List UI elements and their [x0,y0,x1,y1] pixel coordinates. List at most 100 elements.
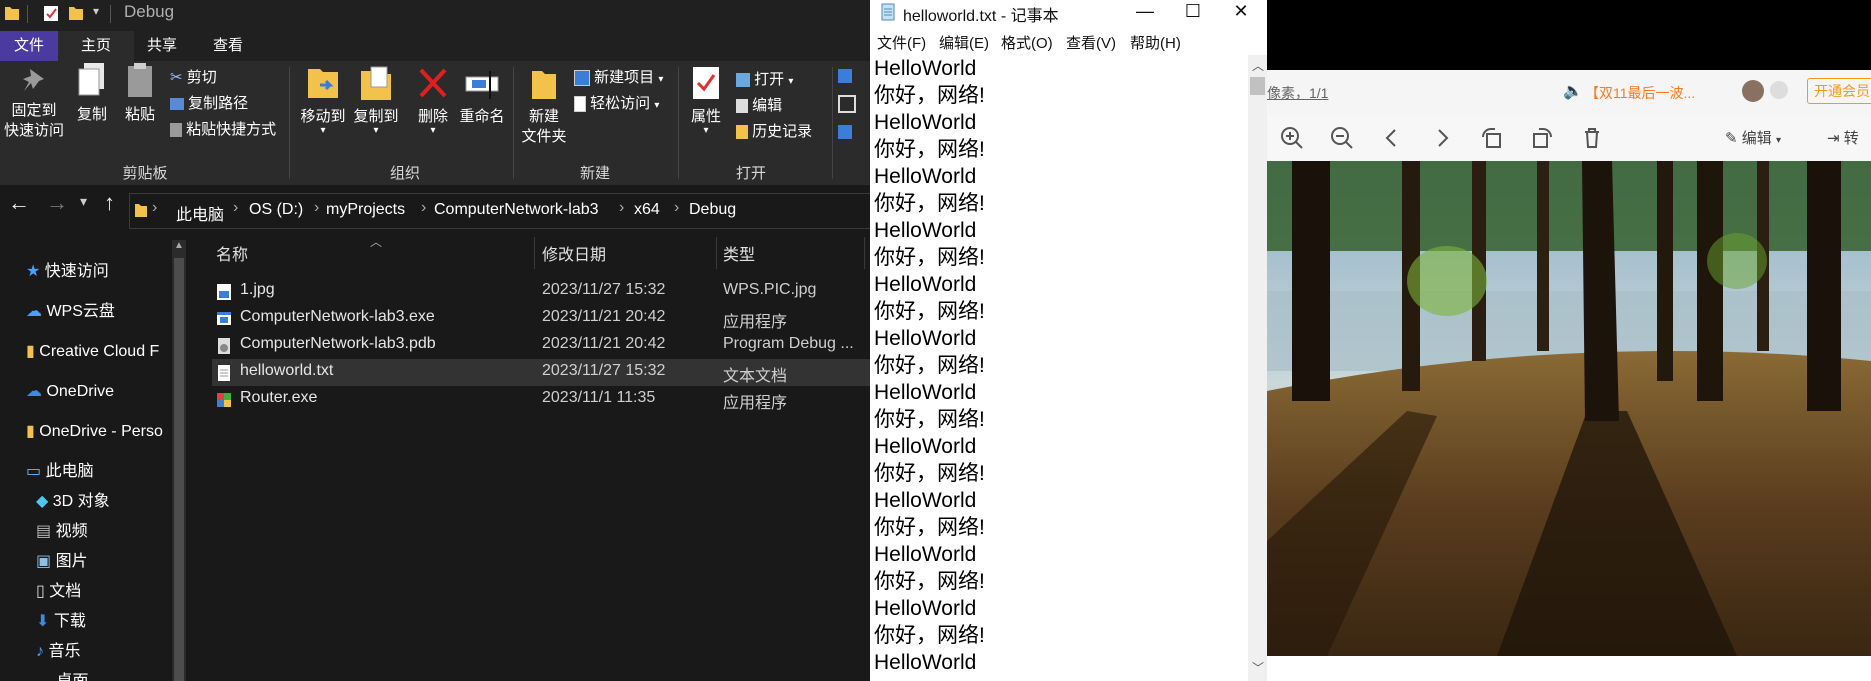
copy-path-button[interactable]: 复制路径 [170,93,248,115]
edit-dropdown[interactable]: ✎ 编辑 ▾ [1725,127,1781,148]
file-row[interactable]: ComputerNetwork-lab3.exe 2023/11/21 20:4… [212,305,870,332]
breadcrumb-project[interactable]: ComputerNetwork-lab3 [434,201,599,219]
move-to-button[interactable]: 移动到 ▾ [297,65,349,136]
nav-downloads[interactable]: ⬇ 下载 [36,607,86,637]
file-row[interactable]: Router.exe 2023/11/1 11:35 应用程序 [212,386,870,413]
menu-help[interactable]: 帮助(H) [1130,32,1181,53]
nav-onedrive-personal[interactable]: ▮ OneDrive - Perso [26,417,172,447]
text-line: HelloWorld [874,489,977,512]
zoom-out-icon[interactable] [1327,123,1357,153]
column-divider[interactable] [716,237,717,269]
new-folder-quick-icon[interactable] [68,4,84,22]
column-header-type[interactable]: 类型 [723,241,755,265]
back-arrow-icon[interactable]: ← [8,190,30,216]
delete-button[interactable]: 删除 ▾ [413,65,453,136]
rotate-left-icon[interactable] [1477,123,1507,153]
column-header-name[interactable]: 名称 [216,241,248,265]
breadcrumb-x64[interactable]: x64 [634,201,660,219]
breadcrumb-this-pc[interactable]: 此电脑 [176,201,224,225]
nav-3d-objects[interactable]: ◆ 3D 对象 [36,487,110,517]
nav-scrollbar[interactable]: ▲ [172,240,186,681]
copy-button[interactable]: 复制 [72,61,112,125]
nav-wps-cloud[interactable]: ☁ WPS云盘 [26,297,172,327]
tab-view[interactable]: 查看 [190,31,266,61]
nav-this-pc[interactable]: ▭ 此电脑 [26,457,94,487]
customize-qa-chevron-icon[interactable]: ▾ [93,4,99,18]
sync-icon[interactable] [1770,81,1788,99]
clipboard-icon [128,63,152,97]
column-divider[interactable] [864,237,865,269]
text-line: HelloWorld [874,543,977,566]
avatar[interactable] [1742,80,1764,102]
nav-label: 此电脑 [45,463,94,480]
recent-chevron-icon[interactable]: ▾ [80,193,87,210]
breadcrumb-drive[interactable]: OS (D:) [249,201,303,219]
paste-button[interactable]: 粘贴 [120,61,160,125]
file-row-selected[interactable]: helloworld.txt 2023/11/27 15:32 文本文档 [212,359,870,386]
edit-button[interactable]: 编辑 [736,95,782,117]
notepad-text-area[interactable]: HelloWorld 你好，网络! HelloWorld 你好，网络! Hell… [874,55,1250,681]
cut-button[interactable]: ✂ 剪切 [170,67,217,89]
select-group-partial[interactable] [838,69,858,139]
file-row[interactable]: ComputerNetwork-lab3.pdb 2023/11/21 20:4… [212,332,870,359]
music-note-icon: ♪ [36,643,44,660]
previous-icon[interactable] [1377,123,1407,153]
forward-arrow-icon[interactable]: → [46,190,68,216]
column-header-date[interactable]: 修改日期 [542,241,606,265]
scroll-down-icon[interactable]: ﹀ [1252,659,1264,676]
nav-creative-cloud[interactable]: ▮ Creative Cloud F [26,337,172,367]
scrollbar-thumb[interactable] [174,258,184,681]
notepad-scrollbar[interactable]: ︿ ﹀ [1248,55,1267,681]
convert-button[interactable]: ⇥ 转 [1827,127,1859,148]
address-box[interactable]: › 此电脑 › OS (D:) › myProjects › ComputerN… [129,193,870,229]
zoom-in-icon[interactable] [1277,123,1307,153]
menu-view[interactable]: 查看(V) [1066,32,1116,53]
breadcrumb-debug[interactable]: Debug [689,201,736,219]
cut-label: 剪切 [186,69,217,86]
menu-edit[interactable]: 编辑(E) [939,32,989,53]
scroll-up-icon[interactable]: ▲ [174,240,184,251]
maximize-icon[interactable]: ☐ [1168,0,1218,24]
menu-file[interactable]: 文件(F) [877,32,926,53]
file-row[interactable]: 1.jpg 2023/11/27 15:32 WPS.PIC.jpg [212,278,870,305]
new-folder-button[interactable]: 新建 文件夹 [518,65,570,147]
viewer-bottom-area [1267,656,1871,681]
nav-documents[interactable]: ▯ 文档 [36,577,81,607]
pdb-file-icon [218,338,230,354]
nav-music[interactable]: ♪ 音乐 [36,637,80,667]
nav-quick-access[interactable]: ★ 快速访问 [26,257,109,287]
scrollbar-thumb[interactable] [1250,77,1265,95]
delete-icon[interactable] [1577,123,1607,153]
open-button[interactable]: 打开 ▾ [736,69,793,91]
tab-file[interactable]: 文件 [0,31,58,61]
ad-banner-text[interactable]: 【双11最后一波... [1585,83,1695,103]
paste-shortcut-button[interactable]: 粘贴快捷方式 [170,119,276,141]
nav-onedrive[interactable]: ☁ OneDrive [26,377,172,407]
new-item-button[interactable]: 新建项目 ▾ [574,67,663,89]
menu-format[interactable]: 格式(O) [1001,32,1053,53]
easy-access-button[interactable]: 轻松访问 ▾ [574,93,659,115]
up-arrow-icon[interactable]: ↑ [104,190,115,216]
minimize-icon[interactable]: — [1120,0,1170,24]
scroll-up-icon[interactable]: ︿ [1252,57,1264,74]
vip-button[interactable]: 开通会员 [1807,78,1871,104]
properties-quick-icon[interactable] [43,4,59,22]
nav-pictures[interactable]: ▣ 图片 [36,547,88,577]
tab-share[interactable]: 共享 [134,31,190,61]
pin-quick-access-button[interactable]: 固定到 快速访问 [2,65,66,141]
properties-button[interactable]: 属性 ▾ [686,65,726,136]
nav-label: 图片 [55,553,88,570]
history-button[interactable]: 历史记录 [736,121,812,143]
close-icon[interactable]: ✕ [1216,0,1266,24]
breadcrumb-myprojects[interactable]: myProjects [326,201,405,219]
rename-button[interactable]: 重命名 [456,65,508,127]
nav-desktop[interactable]: ▬ 桌面 [36,667,88,681]
next-icon[interactable] [1427,123,1457,153]
picture-icon: ▣ [36,553,52,570]
copy-to-button[interactable]: 复制到 ▾ [350,65,402,136]
pin-icon [23,69,44,91]
column-divider[interactable] [534,237,535,269]
nav-videos[interactable]: ▤ 视频 [36,517,88,547]
rotate-right-icon[interactable] [1527,123,1557,153]
tab-home[interactable]: 主页 [58,31,134,61]
